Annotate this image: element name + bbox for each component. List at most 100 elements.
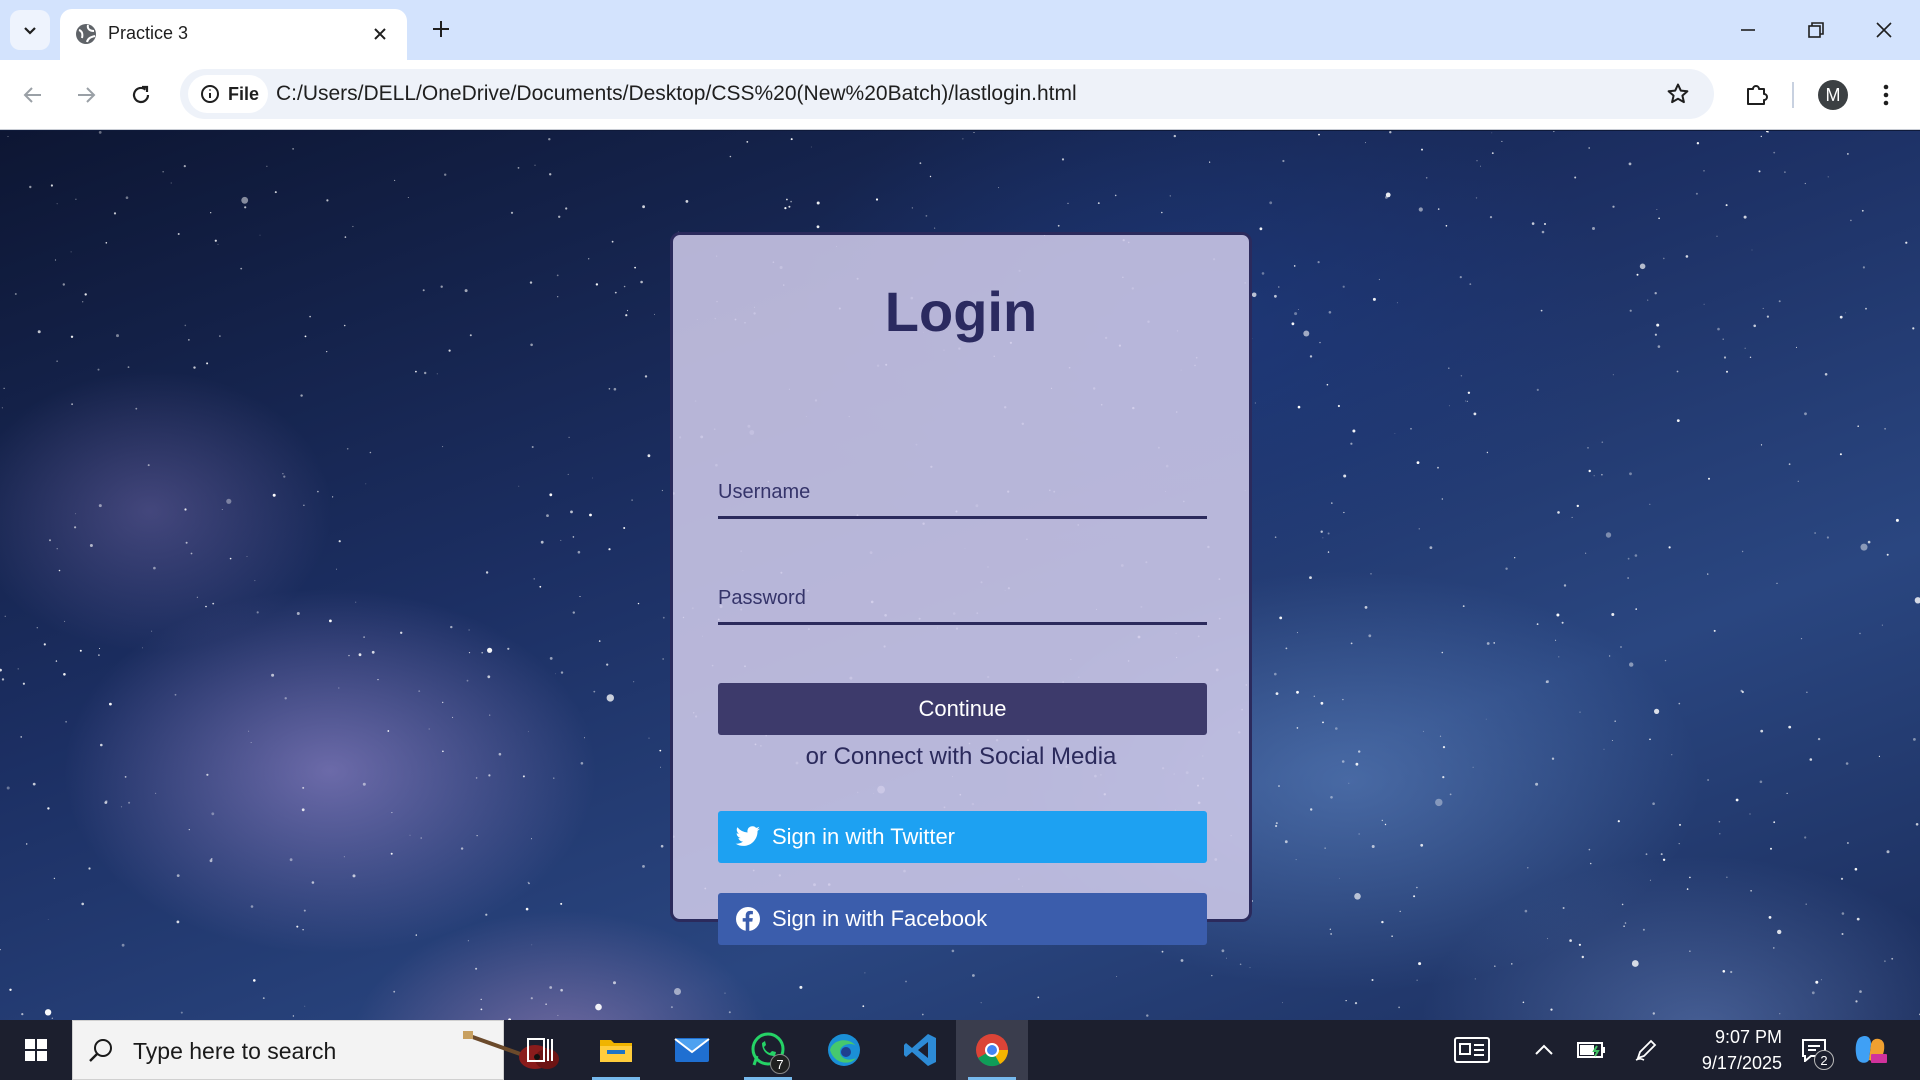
tab-close-button[interactable] [367, 21, 393, 47]
pen-icon [1635, 1039, 1657, 1061]
task-view-button[interactable] [504, 1020, 576, 1080]
star [549, 173, 552, 176]
vscode-button[interactable] [884, 1020, 956, 1080]
star [929, 175, 932, 178]
close-window-button[interactable] [1862, 8, 1906, 52]
tab-search-button[interactable] [10, 10, 50, 50]
edge-button[interactable] [808, 1020, 880, 1080]
star [1686, 888, 1689, 890]
bookmark-button[interactable] [1660, 76, 1696, 112]
star [1418, 528, 1420, 530]
star [1603, 748, 1605, 750]
browser-tab-active[interactable]: Practice 3 [60, 9, 407, 60]
star [1173, 134, 1177, 138]
globe-icon [76, 24, 96, 44]
browser-menu-button[interactable] [1868, 74, 1904, 116]
forward-button[interactable] [65, 74, 107, 116]
username-input[interactable] [718, 475, 1207, 519]
facebook-signin-button[interactable]: Sign in with Facebook [718, 893, 1207, 945]
reload-button[interactable] [120, 74, 162, 116]
star [925, 215, 928, 217]
star [284, 697, 287, 700]
star [1274, 672, 1277, 676]
site-info-chip[interactable]: File [188, 75, 268, 113]
star [14, 293, 17, 295]
star [1652, 1012, 1656, 1015]
star [1614, 720, 1616, 722]
restore-button[interactable] [1794, 8, 1838, 52]
extensions-button[interactable] [1736, 74, 1778, 116]
star [592, 477, 593, 479]
star [266, 165, 268, 167]
password-input[interactable] [718, 581, 1207, 625]
star [99, 648, 101, 649]
minimize-button[interactable] [1726, 8, 1770, 52]
star [529, 281, 533, 284]
star [98, 131, 102, 134]
star [262, 997, 265, 999]
star [530, 997, 533, 1000]
star [240, 267, 243, 270]
notification-center-button[interactable]: 2 [1792, 1030, 1836, 1070]
profile-avatar[interactable]: M [1818, 80, 1848, 110]
chrome-button[interactable] [956, 1020, 1028, 1080]
star [905, 980, 907, 983]
star [1623, 925, 1625, 927]
star [1536, 388, 1539, 391]
star [1384, 823, 1387, 826]
star [1522, 1001, 1525, 1004]
star [54, 259, 57, 261]
continue-button[interactable]: Continue [718, 683, 1207, 735]
battery-status-button[interactable] [1574, 1034, 1610, 1066]
taskbar-search-placeholder: Type here to search [133, 1038, 337, 1064]
taskbar-clock[interactable]: 9:07 PM 9/17/2025 [1672, 1024, 1782, 1076]
star [1569, 939, 1572, 942]
taskbar-search-box[interactable]: Type here to search [72, 1020, 559, 1080]
star [1416, 886, 1418, 889]
star [1, 678, 5, 681]
star [1422, 730, 1424, 732]
star [560, 539, 562, 541]
address-bar[interactable]: File C:/Users/DELL/OneDrive/Documents/De… [180, 69, 1714, 119]
star [56, 203, 58, 205]
star [1806, 691, 1808, 693]
file-explorer-button[interactable] [580, 1020, 652, 1080]
star [452, 716, 454, 718]
star [124, 776, 127, 778]
star [546, 514, 549, 517]
show-hidden-icons-button[interactable] [1526, 1034, 1562, 1066]
star [1, 407, 3, 409]
whatsapp-button[interactable]: 7 [732, 1020, 804, 1080]
star [1310, 808, 1313, 811]
star [1664, 659, 1667, 662]
star [1588, 147, 1591, 149]
star [407, 197, 409, 198]
star [1531, 222, 1535, 225]
star [1768, 916, 1772, 919]
start-button[interactable] [10, 1020, 62, 1080]
star [1460, 375, 1463, 377]
star [517, 167, 520, 169]
facebook-signin-label: Sign in with Facebook [772, 906, 988, 931]
star [1441, 651, 1444, 654]
star [1209, 161, 1211, 163]
star [1327, 532, 1330, 535]
star [26, 843, 28, 845]
copilot-button[interactable] [1850, 1034, 1890, 1066]
url-text[interactable]: C:/Users/DELL/OneDrive/Documents/Desktop… [276, 82, 1077, 106]
star [1535, 782, 1539, 786]
news-widget-button[interactable] [1450, 1034, 1494, 1066]
star [1867, 540, 1871, 544]
star [549, 657, 553, 660]
star [799, 985, 803, 989]
star [29, 185, 32, 189]
star [206, 773, 209, 776]
star [1493, 642, 1495, 644]
new-tab-button[interactable] [424, 12, 458, 46]
pen-menu-button[interactable] [1628, 1034, 1664, 1066]
mail-button[interactable] [656, 1020, 728, 1080]
star [1350, 442, 1353, 445]
twitter-signin-button[interactable]: Sign in with Twitter [718, 811, 1207, 863]
star [784, 207, 787, 210]
back-button[interactable] [12, 74, 54, 116]
